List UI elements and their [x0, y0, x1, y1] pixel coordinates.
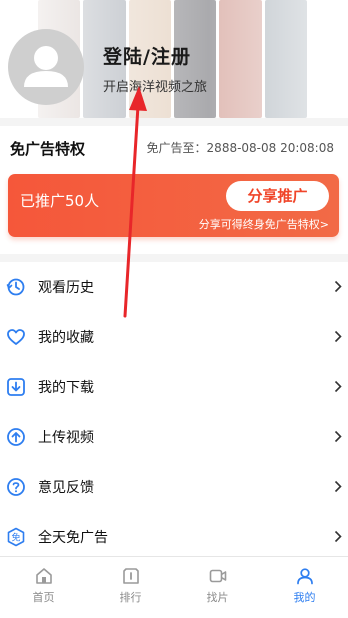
promotion-count: 已推广50人	[20, 192, 100, 210]
ad-free-icon: 免	[7, 527, 25, 547]
tab-label: 找片	[206, 591, 229, 604]
share-promote-button[interactable]: 分享推广	[226, 181, 329, 211]
ad-free-expire-text: 免广告至：2888-08-08 20:08:08	[146, 141, 334, 155]
menu-item-label: 上传视频	[38, 430, 94, 446]
tab-home[interactable]: 首页	[0, 557, 87, 618]
menu-item-label: 我的下载	[38, 380, 94, 396]
chevron-right-icon	[334, 530, 342, 543]
ad-free-card: 免广告特权 免广告至：2888-08-08 20:08:08 已推广50人 分享…	[0, 126, 348, 254]
tab-label: 排行	[119, 591, 142, 604]
chevron-right-icon	[334, 480, 342, 493]
history-icon	[6, 278, 25, 296]
profile-icon	[296, 568, 313, 585]
tab-label: 我的	[293, 591, 316, 604]
menu-item-watch-history[interactable]: 观看历史	[0, 262, 348, 312]
video-search-icon	[209, 569, 226, 583]
favorite-heart-icon	[7, 329, 25, 345]
login-register-link[interactable]: 登陆/注册	[103, 42, 191, 69]
ranking-icon	[122, 568, 139, 584]
menu-item-label: 全天免广告	[38, 530, 108, 546]
avatar[interactable]	[8, 29, 84, 105]
menu-item-label: 意见反馈	[38, 480, 94, 496]
menu-item-label: 观看历史	[38, 280, 94, 296]
chevron-right-icon	[334, 430, 342, 443]
bottom-tab-bar: 首页 排行 找片 我的	[0, 556, 348, 618]
share-hint-link[interactable]: 分享可得终身免广告特权>	[199, 216, 329, 232]
tab-find-video[interactable]: 找片	[174, 557, 261, 618]
chevron-right-icon	[334, 380, 342, 393]
chevron-right-icon	[334, 280, 342, 293]
menu-item-downloads[interactable]: 我的下载	[0, 362, 348, 412]
chevron-right-icon	[334, 330, 342, 343]
tab-label: 首页	[32, 591, 55, 604]
profile-header: 登陆/注册 开启海洋视频之旅	[0, 0, 348, 118]
download-icon	[7, 378, 25, 396]
menu-item-label: 我的收藏	[38, 330, 94, 346]
upload-icon	[7, 428, 25, 446]
menu-list: 观看历史 我的收藏 我的下载 上传视频 意见反馈 免 全天免广告	[0, 262, 348, 562]
svg-text:免: 免	[11, 532, 20, 544]
home-icon	[35, 568, 52, 584]
ad-free-title: 免广告特权	[10, 140, 86, 158]
login-subtitle: 开启海洋视频之旅	[103, 80, 208, 95]
user-placeholder-icon	[24, 46, 68, 87]
menu-item-feedback[interactable]: 意见反馈	[0, 462, 348, 512]
tab-ranking[interactable]: 排行	[87, 557, 174, 618]
tab-profile[interactable]: 我的	[261, 557, 348, 618]
menu-item-all-day-ad-free[interactable]: 免 全天免广告	[0, 512, 348, 562]
menu-item-upload-video[interactable]: 上传视频	[0, 412, 348, 462]
feedback-question-icon	[7, 478, 25, 496]
promotion-banner: 已推广50人 分享推广 分享可得终身免广告特权>	[8, 174, 339, 237]
menu-item-favorites[interactable]: 我的收藏	[0, 312, 348, 362]
